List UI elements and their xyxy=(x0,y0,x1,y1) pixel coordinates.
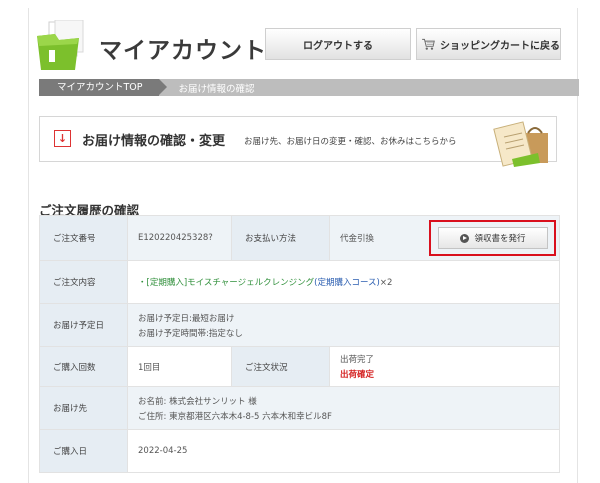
delivery-time-text: お届け予定時間帯:指定なし xyxy=(138,328,243,339)
status-shipped-text: 出荷完了 xyxy=(340,355,375,365)
destination-value: お名前: 株式会社サンリット 様 ご住所: 東京都港区六本木4-8-5 六本木和… xyxy=(127,386,560,430)
table-row: お届け先 お名前: 株式会社サンリット 様 ご住所: 東京都港区六本木4-8-5… xyxy=(39,386,560,430)
order-number-label: ご注文番号 xyxy=(39,215,128,261)
delivery-info-banner[interactable]: ↓ お届け情報の確認・変更 お届け先、お届け日の変更・確認、お休みはこちらから xyxy=(39,116,557,167)
recipient-name: お名前: 株式会社サンリット 様 xyxy=(138,396,257,407)
recipient-address: ご住所: 東京都港区六本木4-8-5 六本木和幸ビル8F xyxy=(138,411,332,422)
purchase-date-label: ご購入日 xyxy=(39,429,128,473)
issue-receipt-label: 領収書を発行 xyxy=(474,233,526,243)
breadcrumb-current: お届け情報の確認 xyxy=(178,83,255,95)
order-status-value: 出荷完了 出荷確定 xyxy=(329,346,560,387)
banner-title: お届け情報の確認・変更 xyxy=(82,134,226,149)
shopping-cart-icon xyxy=(422,38,435,50)
page: マイアカウント ログアウトする ショッピングカートに戻る マイアカウントTOP … xyxy=(28,8,579,483)
table-row: ご注文内容 ・[定期購入]モイスチャージェルクレンジング(定期購入コース)×2 xyxy=(39,260,560,304)
page-title: マイアカウント xyxy=(99,38,267,64)
receipt-highlight-box: 領収書を発行 xyxy=(429,220,556,256)
logout-button[interactable]: ログアウトする xyxy=(265,28,411,60)
table-row: ご購入回数 1回目 ご注文状況 出荷完了 出荷確定 xyxy=(39,346,560,387)
product-name-link[interactable]: [定期購入]モイスチャージェルクレンジング xyxy=(147,278,315,288)
purchase-date-value: 2022-04-25 xyxy=(127,429,560,473)
clipboard-bag-icon xyxy=(493,121,548,167)
payment-method-label: お支払い方法 xyxy=(231,215,330,261)
product-course: (定期購入コース) xyxy=(314,278,380,288)
delivery-schedule-value: お届け予定日:最短お届け お届け予定時間帯:指定なし xyxy=(127,303,560,347)
product-bullet: ・ xyxy=(138,278,147,288)
banner-subtitle: お届け先、お届け日の変更・確認、お休みはこちらから xyxy=(244,137,457,147)
play-circle-icon xyxy=(460,233,470,243)
order-content-label: ご注文内容 xyxy=(39,260,128,304)
breadcrumb-top-link[interactable]: マイアカウントTOP xyxy=(39,79,167,96)
back-to-cart-label: ショッピングカートに戻る xyxy=(440,40,560,52)
site-logo: マイアカウント xyxy=(35,16,267,74)
order-number-value: E120220425328? xyxy=(127,215,232,261)
issue-receipt-button[interactable]: 領収書を発行 xyxy=(438,227,548,249)
delivery-schedule-label: お届け予定日 xyxy=(39,303,128,347)
destination-label: お届け先 xyxy=(39,386,128,430)
arrow-down-icon: ↓ xyxy=(54,130,71,147)
table-row: お届け予定日 お届け予定日:最短お届け お届け予定時間帯:指定なし xyxy=(39,303,560,347)
table-row: ご購入日 2022-04-25 xyxy=(39,429,560,473)
order-status-label: ご注文状況 xyxy=(231,346,330,387)
delivery-date-text: お届け予定日:最短お届け xyxy=(138,313,235,324)
order-content-value: ・[定期購入]モイスチャージェルクレンジング(定期購入コース)×2 xyxy=(127,260,560,304)
breadcrumb: マイアカウントTOP お届け情報の確認 xyxy=(39,79,579,96)
status-confirmed-badge: 出荷確定 xyxy=(340,370,375,380)
purchase-count-value: 1回目 xyxy=(127,346,232,387)
purchase-count-label: ご購入回数 xyxy=(39,346,128,387)
back-to-cart-button[interactable]: ショッピングカートに戻る xyxy=(416,28,561,60)
folder-logo-icon xyxy=(37,20,84,70)
product-quantity: ×2 xyxy=(379,278,393,288)
